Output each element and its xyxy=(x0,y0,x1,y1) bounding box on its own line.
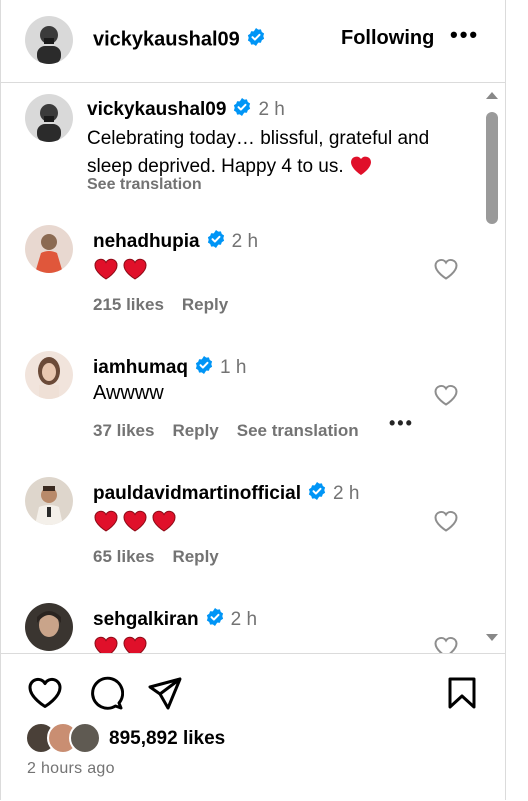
comments-scroll-area[interactable]: vickykaushal09 2 h Celebrating today… bli… xyxy=(1,83,505,653)
comment-likes[interactable]: 65 likes xyxy=(93,547,154,566)
comments-scrollbar[interactable] xyxy=(481,86,501,651)
post-actions-footer: 895,892 likes 2 hours ago xyxy=(1,653,505,801)
comment-text: Awwww xyxy=(93,382,164,404)
like-heart-icon[interactable] xyxy=(27,676,63,715)
verified-badge-icon xyxy=(307,481,327,507)
more-options-icon[interactable]: ••• xyxy=(450,22,479,48)
comment-item: nehadhupia 2 h 215 likes Reply xyxy=(1,225,481,355)
see-translation-link[interactable]: See translation xyxy=(237,421,359,440)
like-comment-heart-icon[interactable] xyxy=(433,509,459,538)
comment-more-icon[interactable]: ••• xyxy=(389,413,414,434)
commenter-avatar[interactable] xyxy=(25,603,73,651)
caption-text: Celebrating today… blissful, grateful an… xyxy=(87,125,437,181)
red-heart-emoji xyxy=(349,156,373,177)
comment-item: iamhumaq 1 h Awwww 37 likes Reply See trans… xyxy=(1,351,481,481)
commenter-username-text[interactable]: iamhumaq xyxy=(93,357,188,378)
verified-badge-icon xyxy=(232,97,252,123)
commenter-avatar[interactable] xyxy=(25,225,73,273)
liked-by-avatars[interactable] xyxy=(25,722,105,754)
comment-meta: 65 likes Reply xyxy=(93,547,237,567)
comment-time: 2 h xyxy=(332,483,360,505)
comment-item: pauldavidmartinofficial 2 h 65 likes Reply xyxy=(1,477,481,607)
author-avatar[interactable] xyxy=(25,16,73,64)
commenter-username-text[interactable]: sehgalkiran xyxy=(93,609,199,630)
bookmark-icon[interactable] xyxy=(446,676,478,715)
commenter-username[interactable]: iamhumaq 1 h xyxy=(93,355,246,381)
share-icon[interactable] xyxy=(147,676,183,715)
verified-badge-icon xyxy=(246,27,266,53)
post-detail-panel: vickykaushal09 Following ••• vickykausha… xyxy=(0,0,506,800)
heart-emojis xyxy=(93,635,151,653)
author-username[interactable]: vickykaushal09 xyxy=(93,27,266,53)
scrollbar-thumb[interactable] xyxy=(486,112,498,224)
comment-likes[interactable]: 37 likes xyxy=(93,421,154,440)
post-timestamp[interactable]: 2 hours ago xyxy=(27,760,115,778)
verified-badge-icon xyxy=(205,607,225,633)
caption-author-avatar[interactable] xyxy=(25,94,73,142)
author-username-text[interactable]: vickykaushal09 xyxy=(93,28,240,50)
like-comment-heart-icon[interactable] xyxy=(433,383,459,412)
commenter-username[interactable]: pauldavidmartinofficial 2 h xyxy=(93,481,359,507)
caption-time: 2 h xyxy=(258,99,285,121)
like-comment-heart-icon[interactable] xyxy=(433,257,459,286)
comment-item: sehgalkiran 2 h xyxy=(1,603,481,653)
scroll-up-arrow-icon[interactable] xyxy=(486,92,498,99)
comment-likes[interactable]: 215 likes xyxy=(93,295,164,314)
liker-avatar[interactable] xyxy=(69,722,101,754)
comment-time: 2 h xyxy=(230,609,258,631)
comment-time: 1 h xyxy=(220,357,247,379)
see-translation-link[interactable]: See translation xyxy=(87,176,202,194)
post-likes-count[interactable]: 895,892 likes xyxy=(109,728,225,750)
scroll-down-arrow-icon[interactable] xyxy=(486,634,498,641)
comment-time: 2 h xyxy=(231,231,259,253)
heart-emojis xyxy=(93,257,151,286)
verified-badge-icon xyxy=(194,355,214,381)
like-comment-heart-icon[interactable] xyxy=(433,635,459,653)
reply-button[interactable]: Reply xyxy=(172,421,218,440)
reply-button[interactable]: Reply xyxy=(182,295,228,314)
verified-badge-icon xyxy=(206,229,226,255)
commenter-username[interactable]: sehgalkiran 2 h xyxy=(93,607,257,633)
commenter-username[interactable]: nehadhupia 2 h xyxy=(93,229,258,255)
post-header: vickykaushal09 Following ••• xyxy=(1,0,505,83)
following-button[interactable]: Following xyxy=(341,27,434,50)
caption-username-text[interactable]: vickykaushal09 xyxy=(87,99,226,120)
heart-emojis xyxy=(93,509,181,538)
commenter-username-text[interactable]: pauldavidmartinofficial xyxy=(93,483,301,504)
caption-body: Celebrating today… blissful, grateful an… xyxy=(87,128,430,177)
commenter-avatar[interactable] xyxy=(25,351,73,399)
comment-icon[interactable] xyxy=(88,676,125,715)
comment-meta: 215 likes Reply xyxy=(93,295,246,315)
commenter-username-text[interactable]: nehadhupia xyxy=(93,231,200,252)
reply-button[interactable]: Reply xyxy=(172,547,218,566)
commenter-avatar[interactable] xyxy=(25,477,73,525)
caption-username[interactable]: vickykaushal09 2 h xyxy=(87,97,285,123)
comment-meta: 37 likes Reply See translation xyxy=(93,421,377,441)
